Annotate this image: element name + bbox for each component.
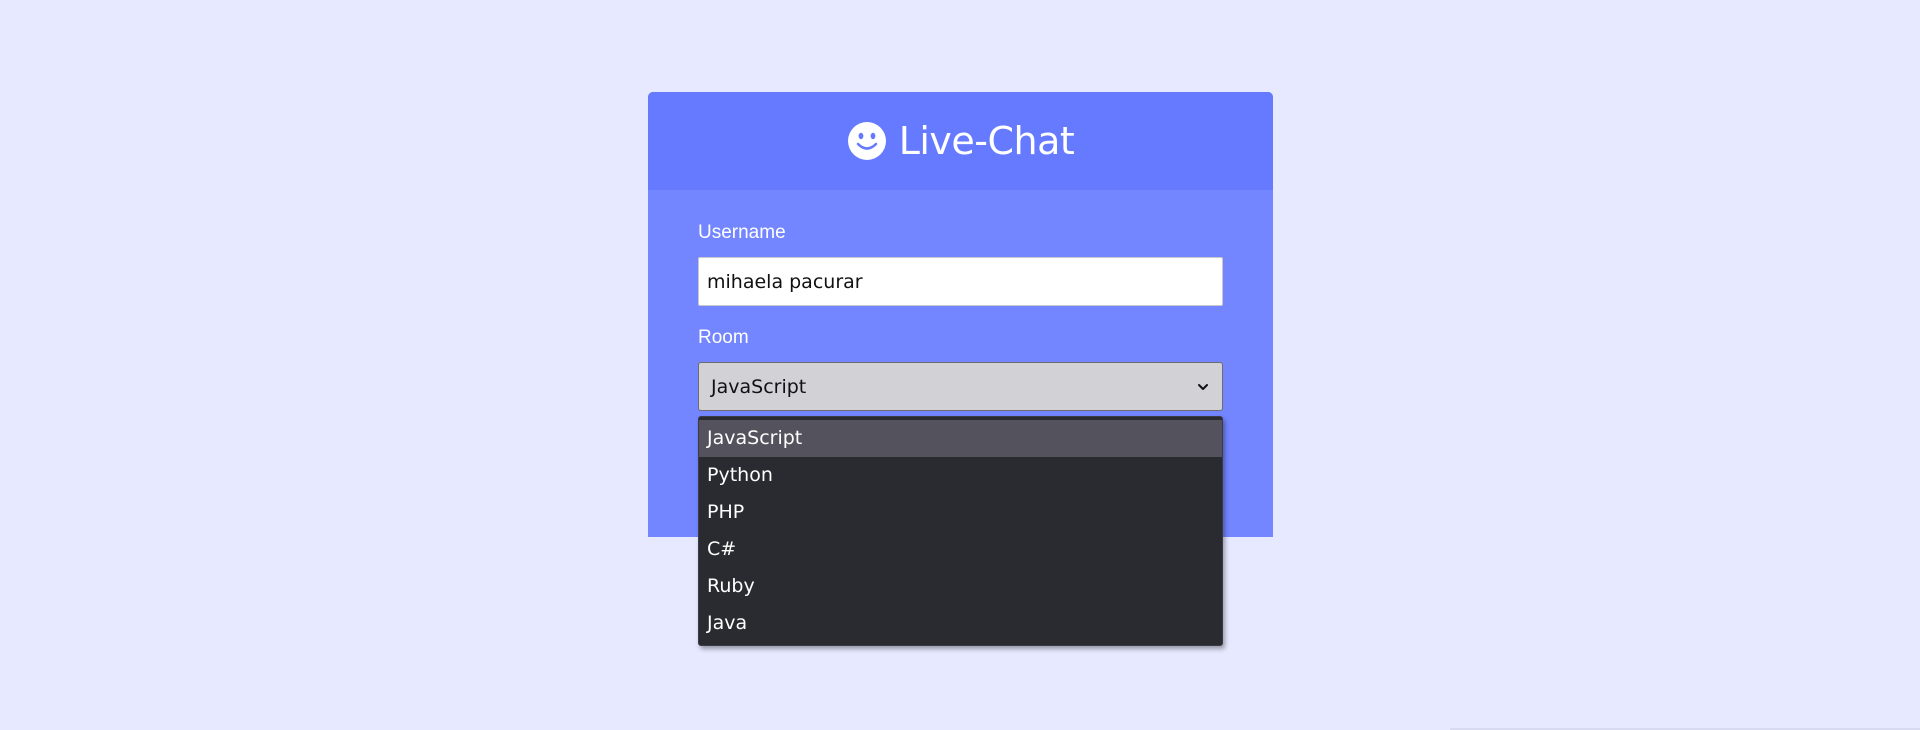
username-input[interactable] bbox=[698, 257, 1223, 306]
dropdown-option-java[interactable]: Java bbox=[699, 605, 1222, 642]
chevron-down-icon bbox=[1196, 380, 1210, 394]
dropdown-option-javascript[interactable]: JavaScript bbox=[699, 420, 1222, 457]
dropdown-option-php[interactable]: PHP bbox=[699, 494, 1222, 531]
room-label: Room bbox=[698, 327, 749, 348]
dropdown-option-python[interactable]: Python bbox=[699, 457, 1222, 494]
smiley-icon bbox=[847, 121, 887, 161]
dropdown-option-ruby[interactable]: Ruby bbox=[699, 568, 1222, 605]
app-title: Live-Chat bbox=[898, 119, 1075, 163]
room-select-value: JavaScript bbox=[711, 375, 807, 398]
room-dropdown-list: JavaScript Python PHP C# Ruby Java bbox=[698, 416, 1223, 646]
room-select[interactable]: JavaScript bbox=[698, 362, 1223, 411]
card-header: Live-Chat bbox=[648, 92, 1273, 190]
dropdown-option-csharp[interactable]: C# bbox=[699, 531, 1222, 568]
username-label: Username bbox=[698, 222, 786, 243]
